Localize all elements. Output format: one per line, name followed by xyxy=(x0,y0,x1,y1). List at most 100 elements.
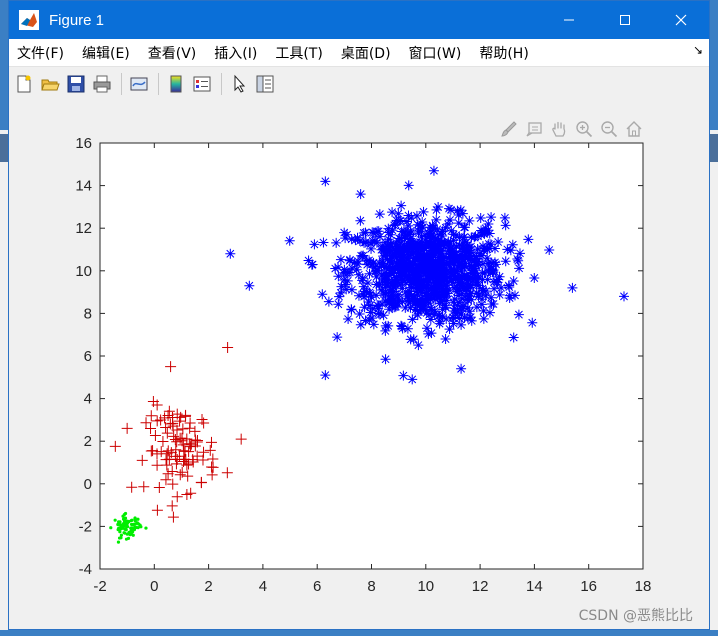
data-point-star xyxy=(431,204,442,215)
data-point-star xyxy=(434,235,445,246)
zoom-in-button[interactable] xyxy=(571,118,596,140)
menu-desktop[interactable]: 桌面(D) xyxy=(332,43,400,63)
y-tick-label: 14 xyxy=(75,178,92,195)
data-point-dot xyxy=(117,520,121,524)
print-button[interactable] xyxy=(90,72,114,96)
window-title: Figure 1 xyxy=(49,11,105,29)
data-point-star xyxy=(544,245,555,256)
y-tick-label: 8 xyxy=(84,305,92,322)
data-point-dot xyxy=(116,540,121,544)
maximize-button[interactable] xyxy=(597,1,653,39)
data-point-star xyxy=(333,262,344,273)
data-point-dot xyxy=(129,529,133,533)
data-point-star xyxy=(444,324,455,335)
data-point-star xyxy=(618,291,629,302)
property-inspector-button[interactable] xyxy=(253,72,277,96)
link-plot-icon xyxy=(130,77,148,91)
y-tick-label: 0 xyxy=(84,476,92,493)
data-point-star xyxy=(336,281,347,292)
data-point-star xyxy=(471,302,482,313)
data-point-star xyxy=(387,287,398,298)
data-point-star xyxy=(489,283,500,294)
data-point-star xyxy=(428,165,439,176)
menu-help[interactable]: 帮助(H) xyxy=(470,43,537,63)
data-point-star xyxy=(453,218,464,229)
pan-hand-icon xyxy=(551,121,565,137)
data-point-star xyxy=(456,258,467,269)
data-point-star xyxy=(500,256,511,267)
data-point-star xyxy=(367,303,378,314)
data-point-star xyxy=(477,294,488,305)
data-point-star xyxy=(412,305,423,316)
menu-tools[interactable]: 工具(T) xyxy=(266,43,331,63)
data-point-star xyxy=(406,249,417,260)
colorbar-button[interactable] xyxy=(164,72,188,96)
save-button[interactable] xyxy=(64,72,88,96)
data-point-star xyxy=(405,334,416,345)
data-point-star xyxy=(399,243,410,254)
menu-insert[interactable]: 插入(I) xyxy=(205,43,266,63)
data-point-star xyxy=(390,300,401,311)
menu-window[interactable]: 窗口(W) xyxy=(400,43,471,63)
data-point-star xyxy=(320,370,331,381)
menu-file[interactable]: 文件(F) xyxy=(9,43,73,63)
data-point-dot xyxy=(136,517,140,521)
data-point-dot xyxy=(109,526,113,530)
figure-canvas[interactable]: -2 0 2 4 6 8 10 12 14 16 18 -4 -2 0 2 4 6 8 10 12 14 16 CSDN … xyxy=(9,101,709,629)
x-tick-label: 4 xyxy=(259,578,267,595)
data-point-star xyxy=(426,328,437,339)
data-point-dot xyxy=(118,530,122,534)
menu-edit[interactable]: 编辑(E) xyxy=(73,43,139,63)
title-bar[interactable]: Figure 1 xyxy=(9,1,709,39)
data-point-star xyxy=(459,271,470,282)
new-figure-button[interactable] xyxy=(12,72,36,96)
y-tick-label: 6 xyxy=(84,348,92,365)
zoom-out-button[interactable] xyxy=(596,118,621,140)
legend-icon xyxy=(193,76,211,92)
data-tips-button[interactable] xyxy=(521,118,546,140)
y-tick-label: 4 xyxy=(84,391,92,408)
csdn-watermark: CSDN @恶熊比比 xyxy=(578,608,693,624)
data-point-star xyxy=(416,239,427,250)
data-point-star xyxy=(284,235,295,246)
data-point-star xyxy=(354,235,365,246)
data-point-dot xyxy=(136,526,140,530)
data-point-star xyxy=(333,299,344,310)
data-point-star xyxy=(393,208,404,219)
data-point-dot xyxy=(129,532,134,536)
menu-dock-arrow[interactable]: ↘ xyxy=(693,43,703,57)
data-point-star xyxy=(529,273,540,284)
scatter-plot[interactable]: -2 0 2 4 6 8 10 12 14 16 18-4-20246810121416 xyxy=(9,101,709,629)
x-tick-label: 12 xyxy=(472,578,489,595)
restore-view-button[interactable] xyxy=(621,118,646,140)
data-point-star xyxy=(474,248,485,259)
pointer-button[interactable] xyxy=(227,72,251,96)
data-point-star xyxy=(364,255,375,266)
legend-button[interactable] xyxy=(190,72,214,96)
data-point-dot xyxy=(132,527,137,532)
brush-button[interactable] xyxy=(496,118,521,140)
open-file-button[interactable] xyxy=(38,72,62,96)
pan-button[interactable] xyxy=(546,118,571,140)
data-point-star xyxy=(380,325,391,336)
axes-toolbar xyxy=(496,118,646,140)
data-point-star xyxy=(433,279,444,290)
link-plot-button[interactable] xyxy=(127,72,151,96)
data-point-star xyxy=(335,254,346,265)
data-point-star xyxy=(380,289,391,300)
menu-view[interactable]: 查看(V) xyxy=(139,43,206,63)
x-tick-label: 16 xyxy=(580,578,597,595)
data-point-star xyxy=(483,258,494,269)
data-point-star xyxy=(404,286,415,297)
minimize-button[interactable] xyxy=(541,1,597,39)
data-point-star xyxy=(343,314,354,325)
data-point-star xyxy=(469,268,480,279)
data-point-star xyxy=(438,252,449,263)
data-point-star xyxy=(462,313,473,324)
close-button[interactable] xyxy=(653,1,709,39)
data-point-star xyxy=(444,285,455,296)
data-point-star xyxy=(456,363,467,374)
data-point-dot xyxy=(129,522,134,526)
data-point-dot xyxy=(125,532,129,536)
data-point-star xyxy=(425,314,436,325)
